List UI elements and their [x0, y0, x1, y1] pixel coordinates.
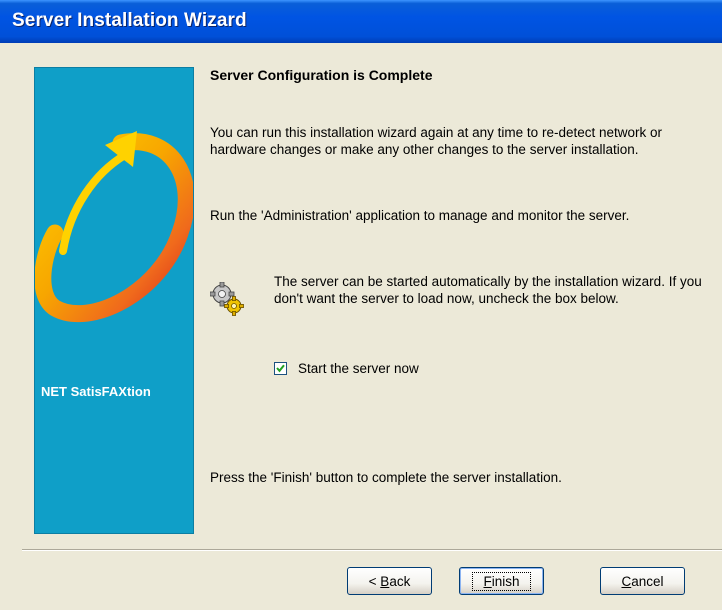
title-bar[interactable]: Server Installation Wizard	[0, 0, 722, 43]
finish-instruction-text: Press the 'Finish' button to complete th…	[210, 470, 562, 485]
start-server-label[interactable]: Start the server now	[298, 361, 419, 376]
circular-arrow-logo-icon	[35, 131, 193, 323]
administration-info-text: Run the 'Administration' application to …	[210, 208, 630, 223]
product-name-label: NET SatisFAXtion	[41, 384, 151, 399]
gears-icon	[210, 282, 244, 316]
checkmark-icon	[276, 364, 285, 372]
side-panel: NET SatisFAXtion	[34, 67, 194, 534]
separator-highlight	[22, 550, 722, 551]
back-button-label: ack	[389, 573, 411, 589]
cancel-button[interactable]: Cancel	[600, 567, 685, 595]
start-server-option[interactable]: Start the server now	[274, 360, 419, 376]
finish-button-mnemonic: F	[483, 573, 492, 589]
finish-button[interactable]: Finish	[459, 567, 544, 595]
page-heading: Server Configuration is Complete	[210, 67, 433, 83]
back-button-prefix: <	[368, 573, 381, 589]
cancel-button-label: ancel	[631, 573, 664, 589]
rerun-info-text: You can run this installation wizard aga…	[210, 125, 662, 157]
back-button[interactable]: < Back	[347, 567, 432, 595]
window-title: Server Installation Wizard	[12, 10, 247, 31]
start-server-checkbox[interactable]	[274, 361, 287, 375]
back-button-mnemonic: B	[380, 573, 390, 589]
autostart-info-text: The server can be started automatically …	[274, 274, 702, 306]
finish-button-label: inish	[491, 573, 520, 589]
finish-focus-rect: Finish	[472, 571, 531, 591]
cancel-button-mnemonic: C	[621, 573, 632, 589]
